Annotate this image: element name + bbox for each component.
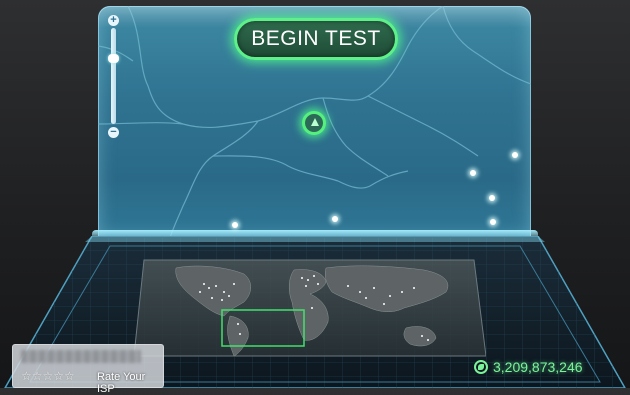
isp-panel: ☆☆☆☆☆ Rate Your ISP — [12, 344, 164, 395]
server-point[interactable] — [490, 219, 496, 225]
up-arrow-icon — [311, 118, 319, 126]
isp-name-blurred — [21, 350, 141, 363]
server-point[interactable] — [232, 222, 238, 228]
tests-counter: 3,209,873,246 — [474, 359, 583, 375]
server-point[interactable] — [489, 195, 495, 201]
server-point[interactable] — [332, 216, 338, 222]
zoom-slider-handle[interactable] — [108, 54, 119, 63]
zoom-slider[interactable] — [111, 28, 116, 124]
globe-icon — [474, 360, 488, 374]
rating-stars[interactable]: ☆☆☆☆☆ — [21, 369, 75, 383]
tests-count-value: 3,209,873,246 — [493, 359, 583, 375]
begin-test-button[interactable]: BEGIN TEST — [234, 18, 398, 60]
zoom-in-icon[interactable]: + — [108, 15, 119, 26]
server-point[interactable] — [512, 152, 518, 158]
rate-isp-link[interactable]: Rate Your ISP — [97, 371, 163, 395]
server-marker-icon[interactable] — [302, 111, 326, 135]
world-minimap[interactable] — [134, 258, 486, 358]
zoom-out-icon[interactable]: − — [108, 127, 119, 138]
server-point[interactable] — [470, 170, 476, 176]
